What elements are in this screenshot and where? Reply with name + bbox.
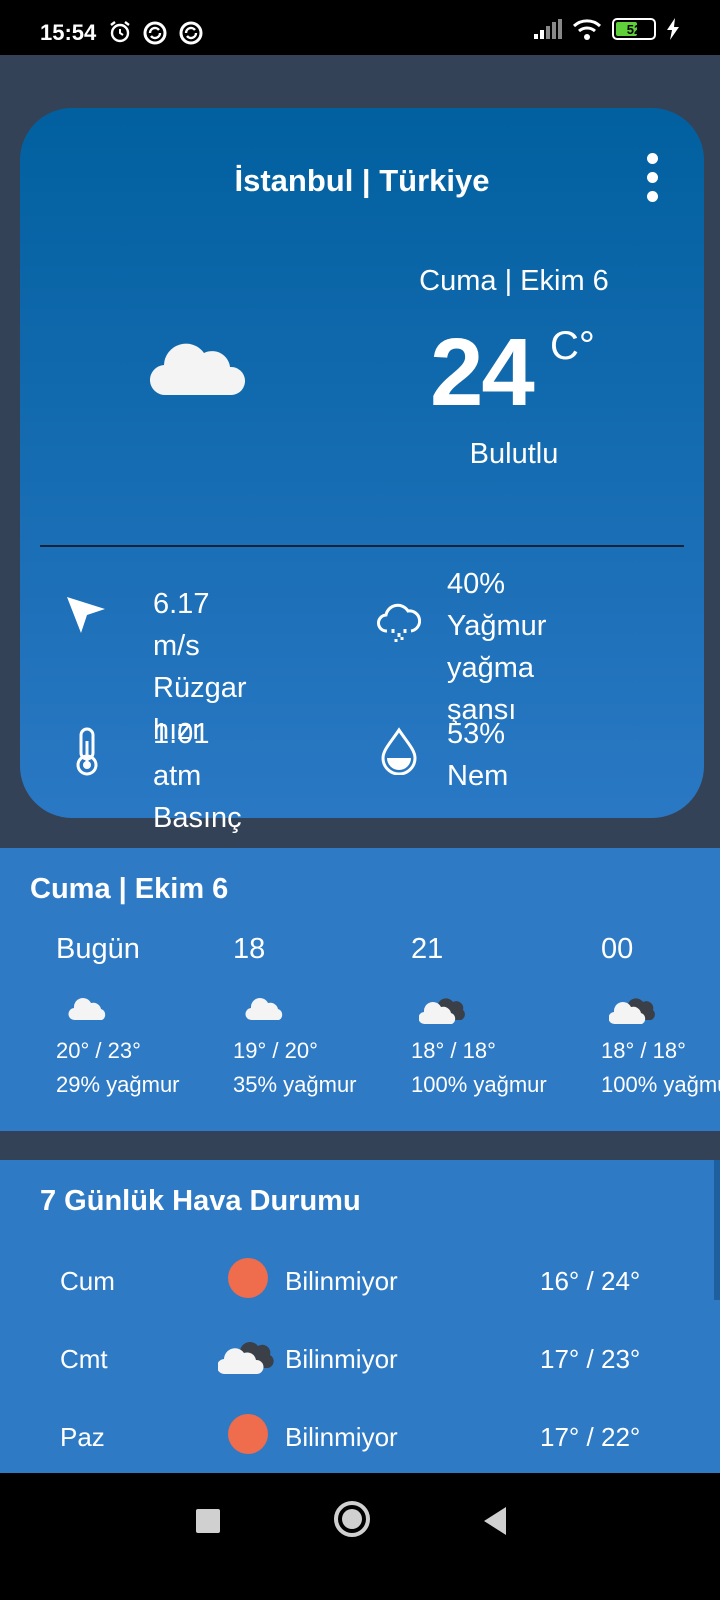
- more-options-button[interactable]: [642, 153, 662, 205]
- weekly-forecast-panel[interactable]: 7 Günlük Hava Durumu Cum Bilinmiyor 16° …: [0, 1160, 720, 1473]
- dot-icon: [646, 191, 658, 202]
- hour-label: 18: [233, 933, 266, 965]
- temperature-value: 24: [430, 319, 535, 426]
- hour-rain: 35% yağmur: [233, 1072, 357, 1097]
- hour-rain: 29% yağmur: [56, 1072, 180, 1097]
- pressure-value: 1.01 atm: [153, 718, 210, 792]
- location-title: İstanbul | Türkiye: [234, 163, 490, 198]
- status-icons-right: 52: [534, 18, 680, 40]
- status-icons-left: [108, 20, 204, 46]
- hour-temps: 18° / 18°: [411, 1038, 496, 1063]
- pressure-label: Basınç: [153, 802, 242, 834]
- hour-label: 21: [411, 933, 444, 965]
- hourly-item[interactable]: 18 19° / 20° 35% yağmur: [233, 933, 408, 1098]
- hourly-item[interactable]: 00 18° / 18° 100% yağmur: [601, 933, 720, 1098]
- sun-icon: [228, 1414, 268, 1454]
- day-row[interactable]: Cmt Bilinmiyor 17° / 23°: [0, 1330, 720, 1390]
- weekly-title: 7 Günlük Hava Durumu: [40, 1185, 361, 1217]
- day-condition: Bilinmiyor: [285, 1344, 398, 1374]
- recents-square-icon[interactable]: [196, 1509, 220, 1533]
- day-name: Cum: [60, 1266, 115, 1296]
- alarm-icon: [110, 21, 130, 43]
- day-temp-range: 17° / 23°: [540, 1344, 641, 1374]
- divider: [40, 545, 684, 547]
- dark-cloud-icon: [418, 998, 465, 1025]
- dot-icon: [646, 153, 658, 164]
- humidity-label: Nem: [447, 760, 509, 792]
- status-bar: 15:54 52: [0, 0, 720, 55]
- hour-rain: 100% yağmur: [411, 1072, 547, 1097]
- home-circle-icon[interactable]: [334, 1501, 370, 1537]
- day-row[interactable]: Paz Bilinmiyor 17° / 22°: [0, 1408, 720, 1468]
- hour-temps: 20° / 23°: [56, 1038, 141, 1063]
- rain-chance-label: Yağmur yağma: [447, 610, 547, 684]
- back-triangle-icon[interactable]: [484, 1507, 506, 1535]
- rain-chance-value: 40%: [447, 568, 506, 600]
- day-temp-range: 16° / 24°: [540, 1266, 641, 1296]
- hour-temps: 18° / 18°: [601, 1038, 686, 1063]
- wind-value: 6.17 m/s: [153, 588, 210, 662]
- humidity-value: 53%: [447, 718, 506, 750]
- day-temp-range: 17° / 22°: [540, 1422, 641, 1452]
- sync-icon: [179, 21, 203, 45]
- hour-label: Bugün: [56, 933, 140, 965]
- signal-icon: [534, 19, 562, 39]
- day-condition: Bilinmiyor: [285, 1422, 398, 1452]
- cloud-icon: [245, 998, 283, 1021]
- hourly-item[interactable]: 21 18° / 18° 100% yağmur: [411, 933, 586, 1098]
- day-name: Paz: [60, 1422, 105, 1452]
- water-drop-icon: [381, 727, 417, 775]
- sync-icon: [143, 21, 167, 45]
- rain-cloud-icon: [377, 603, 421, 642]
- current-temperature: 24 C°: [430, 318, 595, 428]
- hour-temps: 19° / 20°: [233, 1038, 318, 1063]
- wifi-icon: [572, 19, 602, 40]
- cloud-icon: [150, 343, 246, 396]
- hourly-title: Cuma | Ekim 6: [30, 873, 229, 905]
- charging-icon: [667, 18, 679, 40]
- navigation-bar: [0, 1473, 720, 1600]
- current-date: Cuma | Ekim 6: [419, 265, 609, 297]
- battery-icon: 52: [612, 18, 656, 40]
- cloud-icon: [68, 998, 106, 1021]
- battery-percent: 52: [626, 21, 642, 37]
- temperature-unit: C°: [550, 324, 595, 368]
- day-row[interactable]: Cum Bilinmiyor 16° / 24°: [0, 1252, 720, 1312]
- dot-icon: [646, 172, 658, 183]
- hourly-forecast-panel[interactable]: Cuma | Ekim 6 Bugün 20° / 23° 29% yağmur…: [0, 848, 720, 1131]
- hourly-item[interactable]: Bugün 20° / 23° 29% yağmur: [56, 933, 231, 1098]
- current-weather-card: İstanbul | Türkiye Cuma | Ekim 6 24 C° B…: [20, 108, 704, 834]
- thermometer-icon: [76, 727, 98, 776]
- current-condition: Bulutlu: [469, 438, 559, 470]
- sun-icon: [228, 1258, 268, 1298]
- hour-rain: 100% yağmur: [601, 1072, 720, 1097]
- status-time: 15:54: [40, 20, 97, 45]
- hour-label: 00: [601, 933, 634, 965]
- day-name: Cmt: [60, 1344, 108, 1374]
- dark-cloud-icon: [216, 1342, 274, 1375]
- dark-cloud-icon: [608, 998, 655, 1025]
- navigation-arrow-icon: [67, 597, 105, 633]
- day-condition: Bilinmiyor: [285, 1266, 398, 1296]
